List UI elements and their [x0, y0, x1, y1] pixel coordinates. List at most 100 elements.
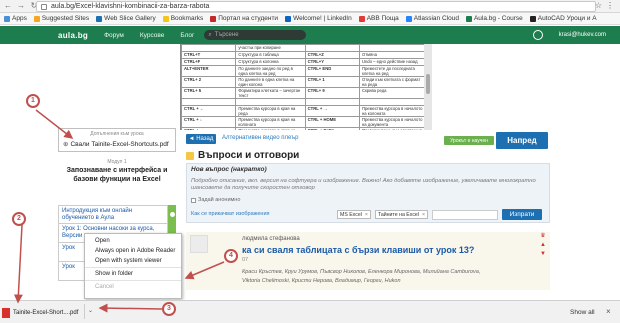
table-row: CTRL + ↓ Премества курсора в края на коло…: [181, 116, 429, 129]
address-bar[interactable]: aula.bg/Excel-klavishni-kombinacii-za-ba…: [36, 1, 596, 12]
page-info-icon[interactable]: [41, 3, 47, 10]
bookmark-item[interactable]: Apps: [4, 15, 27, 22]
question-lesson: 07: [242, 257, 249, 263]
tag-ms-excel[interactable]: MS Excel ×: [337, 210, 371, 219]
table-cell: Премества курсора в началото на документ…: [358, 116, 429, 129]
chevron-down-icon[interactable]: ⌄: [84, 304, 96, 319]
lesson-item[interactable]: Интродукция към онлайн обучението в Аула: [58, 205, 168, 224]
bookmark-item[interactable]: Aula.bg - Course: [465, 15, 523, 22]
bookmark-icon: [465, 15, 472, 22]
table-cell: CTRL + →: [304, 105, 360, 118]
forward-arrow-icon[interactable]: →: [16, 1, 26, 11]
table-cell: [358, 98, 429, 107]
how-attach-images-link[interactable]: Как се прикачват изображения: [191, 211, 270, 217]
table-cell: Премества курсора в края на колона от дя…: [235, 127, 306, 130]
menu-item-always-open-adobe[interactable]: Always open in Adobe Reader: [85, 246, 181, 256]
nav-blog[interactable]: Блог: [180, 32, 194, 39]
video-scrollbar[interactable]: [424, 44, 432, 130]
bookmark-label: Suggested Sites: [41, 15, 90, 22]
bookmark-icon: [162, 15, 169, 22]
bookmark-item[interactable]: Bookmarks: [162, 15, 203, 22]
header-user-area: krasi@hukev.com: [532, 30, 606, 40]
bookmark-icon: [4, 15, 10, 22]
bookmark-icon: [405, 15, 412, 22]
table-cell: [181, 98, 237, 107]
question-form: Нов въпрос (накратко) Подробно описание,…: [186, 163, 550, 223]
question-description-input[interactable]: Подробно описание, вкл. версия на софтуе…: [191, 178, 541, 192]
table-cell: Структура в колонна: [235, 58, 306, 67]
menu-item-show-in-folder[interactable]: Show in folder: [85, 269, 181, 279]
avatar: [190, 235, 208, 253]
remove-tag-icon[interactable]: ×: [422, 212, 425, 218]
chat-icon[interactable]: [532, 30, 543, 40]
table-row: CTRL+ 5 Форматира клетката – зачертан тек…: [181, 87, 429, 100]
menu-separator: [85, 280, 181, 281]
bookmark-item[interactable]: AutoCAD Уроци и А: [529, 15, 597, 22]
current-lesson-dot: [169, 212, 175, 217]
table-cell: CTRL + PgDn: [304, 127, 360, 130]
browser-menu-icon[interactable]: ☆⋮: [595, 1, 618, 10]
tag-area: MS Excel × Тайните на Excel × Изпрати: [337, 209, 542, 220]
table-cell: [304, 44, 360, 53]
lesson-extras-box: Допълнения към урока ⊕ Свали Tainite-Exce…: [58, 128, 176, 152]
close-icon[interactable]: ×: [606, 307, 611, 316]
bookmark-item[interactable]: Портал на студенти: [210, 15, 278, 22]
download-icon: ⊕: [63, 141, 69, 148]
bookmark-item[interactable]: Atlassian Cloud: [405, 15, 459, 22]
tag-input[interactable]: [432, 209, 498, 220]
table-cell: участък при копиране: [235, 44, 306, 53]
menu-item-open-system-viewer[interactable]: Open with system viewer: [85, 256, 181, 266]
send-button[interactable]: Изпрати: [502, 209, 542, 220]
bookmark-item[interactable]: Suggested Sites: [33, 15, 90, 22]
nav-courses[interactable]: Курсове: [140, 32, 165, 39]
qa-heading: Въпроси и отговори: [186, 150, 299, 161]
bookmark-item[interactable]: Welcome! | LinkedIn: [285, 15, 352, 22]
alt-player-link[interactable]: Алтернативен видео плеър: [222, 135, 298, 141]
next-button[interactable]: Напред: [496, 132, 548, 149]
table-row: CTRL + →Премества курсора в края на коло…: [181, 127, 429, 130]
menu-item-open[interactable]: Open: [85, 236, 181, 246]
table-cell: CTRL+Y: [304, 58, 360, 67]
menu-separator: [85, 267, 181, 268]
bookmark-label: Aula.bg - Course: [473, 15, 523, 22]
site-search-input[interactable]: ⌕ Търсене: [204, 30, 307, 40]
anonymous-checkbox[interactable]: Задай анонимно: [191, 197, 240, 203]
download-pdf-link[interactable]: ⊕ Свали Tainite-Excel-Shortcuts.pdf: [63, 140, 175, 148]
table-cell: CTRL+ END: [304, 65, 360, 78]
bookmark-item[interactable]: АВВ Пощa: [358, 15, 399, 22]
pdf-file-icon: [2, 307, 10, 318]
remove-tag-icon[interactable]: ×: [365, 212, 368, 218]
annotation-marker-3: 3: [162, 302, 176, 316]
back-button[interactable]: ◄ Назад: [186, 134, 216, 144]
table-cell: ALT+ENTER: [181, 65, 237, 78]
table-cell: CTRL+ 5: [181, 87, 237, 100]
question-title-link[interactable]: ка си сваля таблицата с бързи клавиши от…: [242, 245, 474, 255]
module-label: Модул 1: [107, 159, 127, 165]
scrollbar-thumb[interactable]: [426, 74, 430, 94]
question-author[interactable]: людмила стефанова: [242, 236, 300, 242]
table-cell: Премества курсора в началото на колоната: [358, 105, 429, 118]
bookmark-item[interactable]: Web Slice Gallery: [96, 15, 156, 22]
question-participants: Краси Кръстев, Круи Урумов, Пъвсвор Нико…: [242, 268, 542, 286]
upvote-icon[interactable]: ▲: [536, 241, 550, 250]
checkbox-box[interactable]: [191, 197, 196, 203]
nav-forum[interactable]: Форум: [104, 32, 124, 39]
table-cell: Форматира клетката – зачертан текст: [235, 87, 306, 100]
back-arrow-icon[interactable]: ←: [3, 1, 13, 11]
downvote-icon[interactable]: ▼: [536, 250, 550, 259]
download-file-name[interactable]: Tainite-Excel-Short....pdf: [13, 310, 78, 316]
qa-title-text: Въпроси и отговори: [198, 150, 300, 161]
module-header: Модул 1 Запознаване с интерфейса и базов…: [58, 159, 176, 203]
trophy-icon[interactable]: ♛: [536, 232, 550, 241]
site-logo[interactable]: aula.bg: [58, 31, 88, 40]
lesson-learned-button[interactable]: Урокът е научен: [444, 136, 494, 145]
show-all-button[interactable]: Show all: [570, 309, 595, 316]
download-item[interactable]: Tainite-Excel-Short....pdf: [2, 305, 95, 320]
bookmark-icon: [210, 15, 217, 22]
user-email[interactable]: krasi@hukev.com: [559, 32, 606, 38]
video-player[interactable]: участък при копиране CTRL+T Структура в та…: [180, 44, 430, 130]
question-title-input[interactable]: Нов въпрос (накратко): [191, 166, 267, 173]
table-row: [181, 98, 429, 107]
tag-tainite[interactable]: Тайните на Excel ×: [374, 210, 428, 219]
bookmark-label: Atlassian Cloud: [413, 15, 459, 22]
